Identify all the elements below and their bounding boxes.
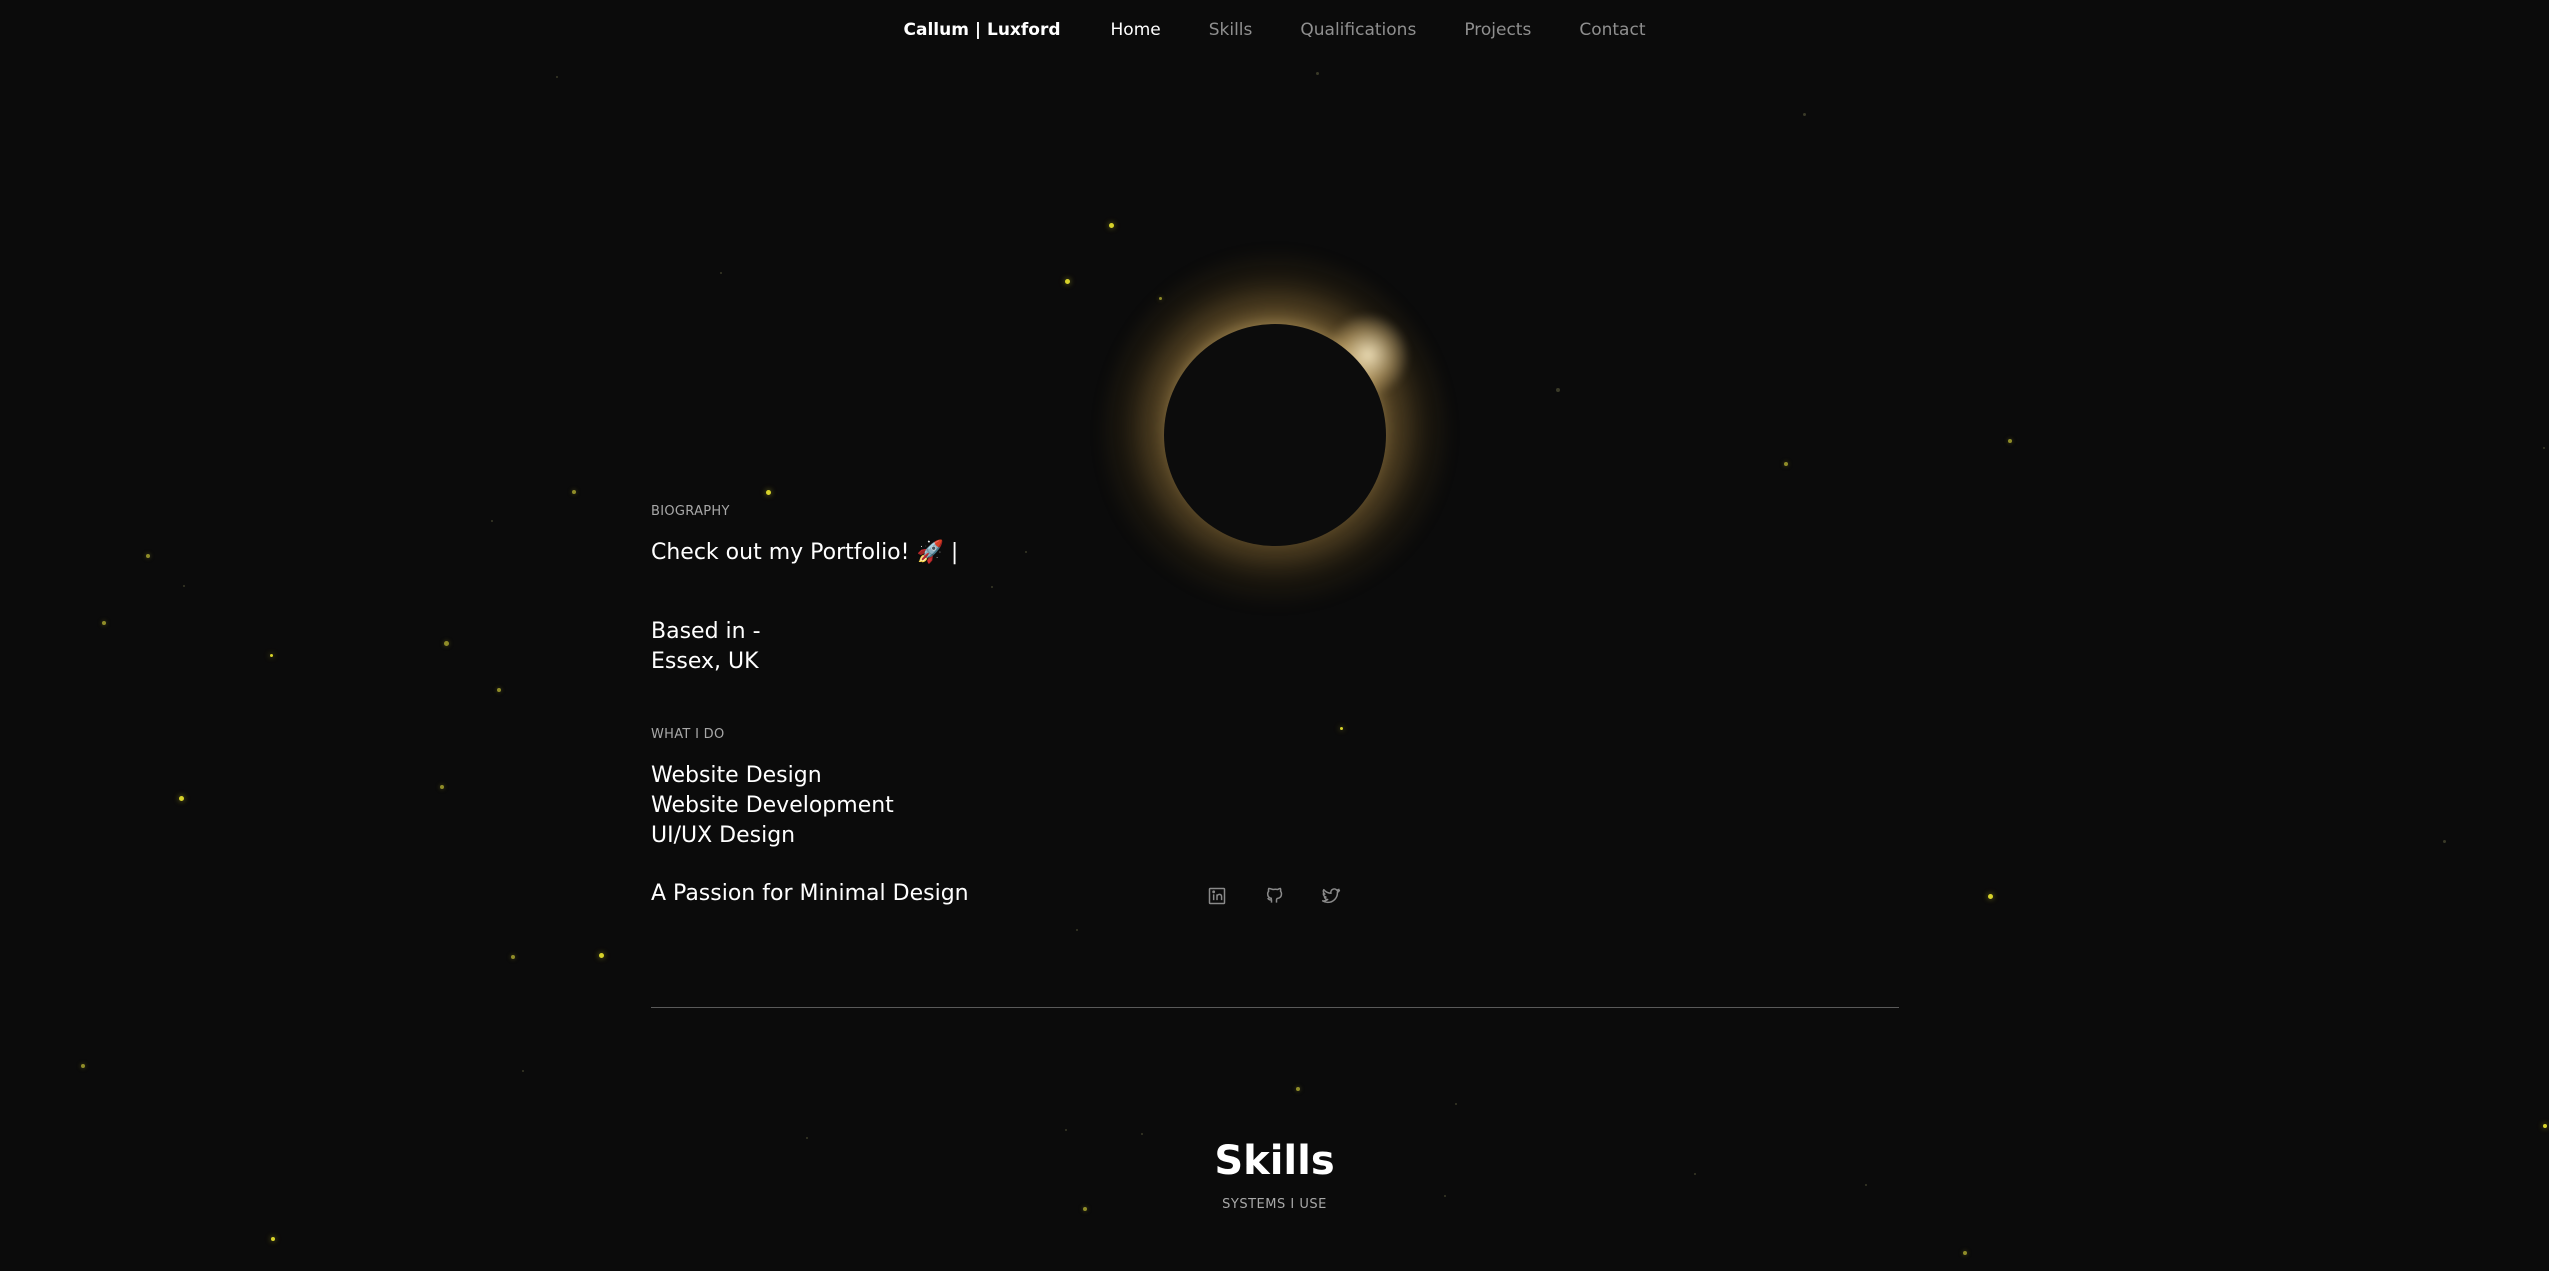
- star: [444, 641, 449, 646]
- star: [183, 585, 185, 587]
- biography-label: BIOGRAPHY: [651, 504, 730, 519]
- star: [1065, 279, 1070, 284]
- star: [2443, 840, 2446, 843]
- star: [440, 785, 444, 789]
- star: [1296, 1087, 1300, 1091]
- eclipse-moon: [1164, 324, 1386, 546]
- services-list: Website Design Website Development UI/UX…: [651, 761, 894, 851]
- star: [2008, 439, 2012, 443]
- star: [1784, 462, 1788, 466]
- star: [991, 586, 993, 588]
- star: [1076, 929, 1078, 931]
- star: [766, 490, 771, 495]
- service-item: UI/UX Design: [651, 823, 796, 848]
- star: [491, 520, 493, 522]
- star: [1141, 1133, 1143, 1135]
- star: [1109, 223, 1114, 228]
- star: [2543, 447, 2545, 449]
- linkedin-icon[interactable]: [1205, 884, 1229, 908]
- skills-heading: Skills: [1214, 1138, 1335, 1184]
- section-divider: [651, 1007, 1899, 1008]
- star: [81, 1064, 85, 1068]
- star: [1556, 388, 1560, 392]
- twitter-icon[interactable]: [1319, 884, 1343, 908]
- star: [1025, 551, 1027, 553]
- star: [1065, 1129, 1067, 1131]
- star: [2543, 1124, 2547, 1128]
- nav-contact[interactable]: Contact: [1579, 20, 1645, 40]
- page: Callum | Luxford Home Skills Qualificati…: [0, 0, 2549, 1271]
- star: [270, 654, 273, 657]
- nav-home[interactable]: Home: [1111, 20, 1161, 40]
- star: [1455, 1103, 1457, 1105]
- star: [1865, 1184, 1867, 1186]
- top-nav: Callum | Luxford Home Skills Qualificati…: [0, 0, 2549, 60]
- github-icon[interactable]: [1262, 884, 1286, 908]
- based-in-location: Essex, UK: [651, 649, 759, 674]
- service-item: Website Design: [651, 763, 822, 788]
- star: [572, 490, 576, 494]
- nav-projects[interactable]: Projects: [1464, 20, 1531, 40]
- star: [1340, 727, 1343, 730]
- star: [179, 796, 184, 801]
- based-in-label: Based in -: [651, 619, 761, 644]
- star: [599, 953, 604, 958]
- based-in-block: Based in - Essex, UK: [651, 617, 761, 677]
- brand-logo[interactable]: Callum | Luxford: [904, 20, 1061, 40]
- star: [556, 76, 558, 78]
- star: [497, 688, 501, 692]
- star: [522, 1070, 524, 1072]
- star: [1803, 113, 1806, 116]
- skills-subheading: SYSTEMS I USE: [1222, 1197, 1327, 1212]
- eclipse-graphic: [1100, 250, 1450, 620]
- star: [1963, 1251, 1967, 1255]
- tagline: A Passion for Minimal Design: [651, 881, 969, 906]
- star: [146, 554, 150, 558]
- star: [271, 1237, 275, 1241]
- nav-qualifications[interactable]: Qualifications: [1300, 20, 1416, 40]
- nav-skills[interactable]: Skills: [1209, 20, 1253, 40]
- star: [1316, 72, 1319, 75]
- star: [102, 621, 106, 625]
- what-i-do-label: WHAT I DO: [651, 727, 725, 742]
- star: [511, 955, 515, 959]
- star: [1988, 894, 1993, 899]
- service-item: Website Development: [651, 793, 894, 818]
- star: [720, 272, 722, 274]
- social-links: [1205, 884, 1343, 908]
- portfolio-headline: Check out my Portfolio! 🚀 |: [651, 540, 959, 565]
